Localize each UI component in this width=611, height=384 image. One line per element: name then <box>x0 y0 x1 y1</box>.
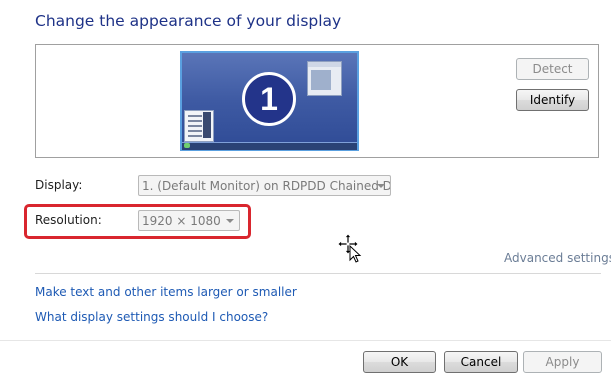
display-label: Display: <box>35 178 83 192</box>
page-title: Change the appearance of your display <box>35 12 342 30</box>
monitor-start-button <box>184 143 190 148</box>
monitor-scroll-thumbnail <box>203 112 211 138</box>
resolution-select-value: 1920 × 1080 <box>142 213 221 228</box>
monitor-number-badge: 1 <box>242 72 296 126</box>
divider <box>35 273 601 274</box>
display-select-value: 1. (Default Monitor) on RDPDD Chained DD <box>142 178 391 193</box>
identify-button[interactable]: Identify <box>516 89 589 111</box>
cancel-button[interactable]: Cancel <box>444 351 518 373</box>
divider <box>0 340 611 341</box>
move-cursor-icon <box>337 233 362 263</box>
ok-button[interactable]: OK <box>363 351 436 373</box>
dropdown-arrow-icon <box>226 219 234 223</box>
resolution-select[interactable]: 1920 × 1080 <box>138 210 240 231</box>
apply-button[interactable]: Apply <box>523 351 602 373</box>
text-size-link[interactable]: Make text and other items larger or smal… <box>35 285 297 299</box>
display-select[interactable]: 1. (Default Monitor) on RDPDD Chained DD <box>138 175 391 196</box>
monitor-taskbar <box>182 142 357 150</box>
monitor-window-thumbnail <box>307 61 342 96</box>
display-help-link[interactable]: What display settings should I choose? <box>35 310 268 324</box>
detect-button[interactable]: Detect <box>516 58 589 80</box>
resolution-label: Resolution: <box>35 213 102 227</box>
dropdown-arrow-icon <box>377 184 385 188</box>
advanced-settings-link[interactable]: Advanced settings <box>504 251 611 265</box>
monitor-number: 1 <box>260 81 278 117</box>
